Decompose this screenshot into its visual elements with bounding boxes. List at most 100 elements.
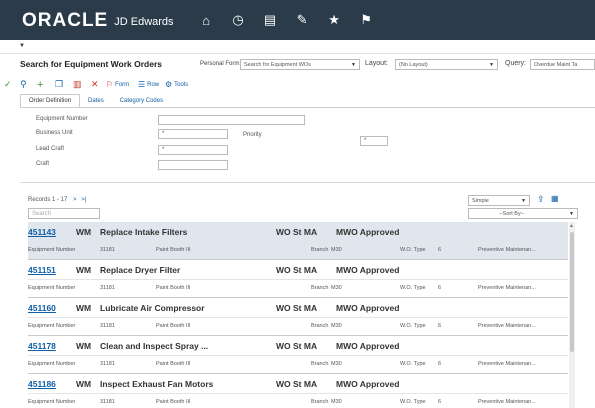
business-unit-label: Business Unit — [36, 130, 73, 136]
work-order-status: WO St MA — [276, 379, 318, 389]
sort-by-select[interactable]: --Sort By-- ▼ — [468, 208, 578, 219]
table-row[interactable]: 451151 WM Replace Dryer Filter WO St MA … — [28, 260, 568, 298]
dropdown-arrow-icon: ▼ — [569, 211, 574, 217]
table-row[interactable]: 451143 WM Replace Intake Filters WO St M… — [28, 222, 568, 260]
table-row[interactable]: 451160 WM Lubricate Air Compressor WO St… — [28, 298, 568, 336]
work-order-description: Inspect Exhaust Fan Motors — [100, 379, 214, 389]
row-separator — [28, 317, 568, 318]
work-order-status: WO St MA — [276, 265, 318, 275]
close-x-icon[interactable]: ✕ — [91, 78, 99, 91]
caret-down-icon[interactable]: ▼ — [19, 43, 25, 49]
branch-caption: Branch — [311, 361, 329, 367]
view-mode-select[interactable]: Simple ▼ — [468, 195, 530, 206]
query-select[interactable]: Overdue Maint Ta — [530, 59, 595, 70]
priority-input[interactable]: * — [360, 136, 388, 146]
flag-icon[interactable]: ⚑ — [360, 12, 373, 28]
equipment-number-value: 31181 — [100, 361, 115, 367]
maintenance-category: Preventive Maintenan... — [478, 323, 536, 329]
wo-type-caption: W.O. Type — [400, 323, 426, 329]
work-order-number-link[interactable]: 451151 — [28, 265, 56, 275]
form-menu[interactable]: ⚐ Form — [106, 78, 129, 91]
query-value: Overdue Maint Ta — [534, 62, 578, 68]
work-order-status: WO St MA — [276, 341, 318, 351]
wo-type-value: 6 — [438, 247, 442, 253]
equipment-location: Paint Booth III — [156, 323, 191, 329]
find-search-icon[interactable]: ⚲ — [20, 78, 27, 91]
oracle-logo: ORACLE — [22, 10, 109, 31]
maintenance-category: Preventive Maintenan... — [478, 399, 536, 405]
equipment-number-caption: Equipment Number — [28, 361, 76, 367]
row-separator — [28, 393, 568, 394]
copy-icon[interactable]: ❐ — [55, 78, 63, 91]
branch-value: M30 — [331, 399, 342, 405]
order-type: WM — [76, 303, 92, 313]
work-order-description: Clean and Inspect Spray ... — [100, 341, 209, 351]
work-order-description: Lubricate Air Compressor — [100, 303, 205, 313]
branch-caption: Branch — [311, 285, 329, 291]
branch-value: M30 — [331, 285, 342, 291]
work-order-number-link[interactable]: 451160 — [28, 303, 56, 313]
equipment-number-input[interactable] — [158, 115, 305, 125]
wo-type-value: 6 — [438, 285, 442, 291]
wo-type-value: 6 — [438, 361, 442, 367]
grid-search-input[interactable]: Search — [28, 208, 100, 219]
next-page-icon[interactable]: > — [73, 197, 77, 203]
work-order-number-link[interactable]: 451143 — [28, 227, 56, 237]
table-row[interactable]: 451178 WM Clean and Inspect Spray ... WO… — [28, 336, 568, 374]
table-row[interactable]: 451186 WM Inspect Exhaust Fan Motors WO … — [28, 374, 568, 408]
export-icon[interactable]: ⇪ — [537, 194, 545, 205]
equipment-number-caption: Equipment Number — [28, 323, 76, 329]
layout-value: (No Layout) — [399, 62, 428, 68]
work-order-number-link[interactable]: 451178 — [28, 341, 56, 351]
row-menu[interactable]: ☰ Row — [138, 78, 159, 91]
nav-icons: ⌂ ◷ ▤ ✎ ★ ⚑ — [200, 12, 373, 28]
wo-type-caption: W.O. Type — [400, 285, 426, 291]
row-menu-icon: ☰ — [138, 80, 146, 89]
craft-input[interactable] — [158, 160, 228, 170]
delete-trash-icon[interactable]: ▥ — [73, 78, 82, 91]
branch-value: M30 — [331, 323, 342, 329]
star-icon[interactable]: ★ — [328, 12, 341, 28]
sort-by-value: --Sort By-- — [499, 211, 525, 217]
dropdown-arrow-icon: ▼ — [489, 62, 494, 68]
equipment-number-caption: Equipment Number — [28, 247, 76, 253]
row-separator — [28, 279, 568, 280]
equipment-number-value: 31181 — [100, 285, 115, 291]
work-order-description: Replace Intake Filters — [100, 227, 188, 237]
branch-value: M30 — [331, 247, 342, 253]
last-page-icon[interactable]: >| — [81, 197, 86, 203]
tab-order-definition[interactable]: Order Definition — [20, 94, 81, 108]
wo-type-value: 6 — [438, 399, 442, 405]
query-label: Query: — [505, 60, 527, 67]
row-separator — [28, 241, 568, 242]
ok-check-icon[interactable]: ✓ — [4, 78, 12, 91]
toolbar: ✓ ⚲ + ❐ ▥ ✕ ⚐ Form ☰ Row ⚙ Tools — [0, 78, 595, 92]
equipment-number-value: 31181 — [100, 247, 115, 253]
edit-icon[interactable]: ✎ — [296, 12, 309, 28]
clock-icon[interactable]: ◷ — [232, 12, 245, 28]
grid-settings-icon[interactable]: ▦ — [551, 194, 559, 203]
wo-type-caption: W.O. Type — [400, 399, 426, 405]
chart-icon[interactable]: ▤ — [264, 12, 277, 28]
personal-form-select[interactable]: Search for Equipment WOs ▼ — [240, 59, 360, 70]
section-divider — [20, 182, 595, 183]
business-unit-input[interactable]: * — [158, 129, 228, 139]
tools-menu[interactable]: ⚙ Tools — [165, 78, 188, 91]
add-plus-icon[interactable]: + — [37, 78, 43, 91]
approval-status: MWO Approved — [336, 227, 400, 237]
approval-status: MWO Approved — [336, 303, 400, 313]
lead-craft-input[interactable]: * — [158, 145, 228, 155]
layout-label: Layout: — [365, 60, 388, 67]
work-order-number-link[interactable]: 451186 — [28, 379, 56, 389]
equipment-location: Paint Booth III — [156, 285, 191, 291]
maintenance-category: Preventive Maintenan... — [478, 247, 536, 253]
page-title: Search for Equipment Work Orders — [20, 59, 163, 69]
wo-type-value: 6 — [438, 323, 442, 329]
layout-select[interactable]: (No Layout) ▼ — [395, 59, 498, 70]
grid-scroll-thumb[interactable] — [570, 232, 574, 352]
lead-craft-label: Lead Craft — [36, 146, 65, 152]
home-icon[interactable]: ⌂ — [200, 13, 213, 28]
scroll-up-icon[interactable]: ▲ — [569, 223, 574, 229]
personal-form-label: Personal Form: — [200, 61, 242, 67]
equipment-number-value: 31181 — [100, 399, 115, 405]
